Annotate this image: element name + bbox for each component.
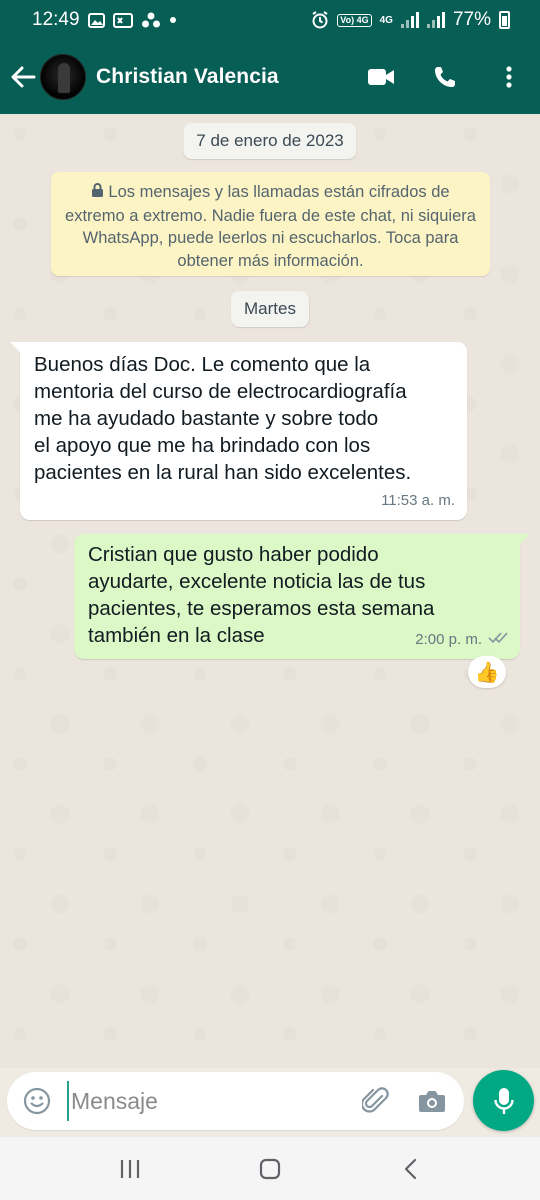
encryption-notice[interactable]: Los mensajes y las llamadas están cifrad… <box>51 172 490 276</box>
camera-icon[interactable] <box>412 1081 452 1121</box>
attach-icon[interactable] <box>358 1081 394 1121</box>
mic-icon[interactable] <box>473 1070 534 1131</box>
dot-icon <box>169 16 177 24</box>
recent-apps-icon[interactable] <box>100 1145 160 1193</box>
chat-header: Christian Valencia <box>0 40 540 114</box>
status-bar: 12:49 Vo) 4G 4G 77% <box>0 0 540 40</box>
message-time: 11:53 a. m. <box>381 487 455 514</box>
phone-call-icon[interactable] <box>428 57 462 97</box>
message-time: 2:00 p. m. <box>415 626 508 653</box>
home-icon[interactable] <box>240 1145 300 1193</box>
day-chip: Martes <box>231 291 309 327</box>
reaction-thumbs-up-icon[interactable]: 👍 <box>468 656 506 688</box>
chat-area[interactable]: 7 de enero de 2023 Los mensajes y las ll… <box>0 114 540 1068</box>
message-text: Buenos días Doc. Le comento que la mento… <box>34 353 412 484</box>
contact-name[interactable]: Christian Valencia <box>96 65 279 89</box>
message-time-label: 11:53 a. m. <box>381 492 455 509</box>
alarm-icon <box>311 11 329 29</box>
avatar[interactable] <box>40 54 86 100</box>
encryption-notice-text: Los mensajes y las llamadas están cifrad… <box>65 183 476 270</box>
vpn-key-icon <box>112 12 133 28</box>
date-chip: 7 de enero de 2023 <box>183 123 357 159</box>
outgoing-message-bubble[interactable]: Cristian que gusto haber podido ayudarte… <box>74 534 530 659</box>
message-input-bar <box>7 1072 464 1130</box>
back-nav-icon[interactable] <box>380 1145 440 1193</box>
incoming-message-bubble[interactable]: Buenos días Doc. Le comento que la mento… <box>10 342 467 520</box>
status-left: 12:49 <box>32 9 177 31</box>
signal-icon <box>400 12 419 28</box>
lock-icon <box>91 182 104 205</box>
video-call-icon[interactable] <box>364 57 398 97</box>
signal-icon <box>426 12 445 28</box>
battery-icon <box>499 11 510 29</box>
message-time-label: 2:00 p. m. <box>415 631 482 648</box>
more-options-icon[interactable] <box>492 57 526 97</box>
image-icon <box>87 12 105 28</box>
message-input[interactable] <box>67 1081 357 1121</box>
volte-icon: Vo) 4G <box>337 13 372 27</box>
network-type-label: 4G <box>379 14 393 26</box>
status-time: 12:49 <box>32 9 80 30</box>
battery-percent: 77% <box>452 9 491 30</box>
status-right: Vo) 4G 4G 77% <box>311 9 510 31</box>
read-check-icon <box>488 626 508 653</box>
navigation-bar <box>0 1137 540 1200</box>
emoji-icon[interactable] <box>15 1079 59 1123</box>
header-actions <box>364 40 526 114</box>
back-arrow-icon[interactable] <box>6 57 40 97</box>
community-icon <box>141 12 161 28</box>
